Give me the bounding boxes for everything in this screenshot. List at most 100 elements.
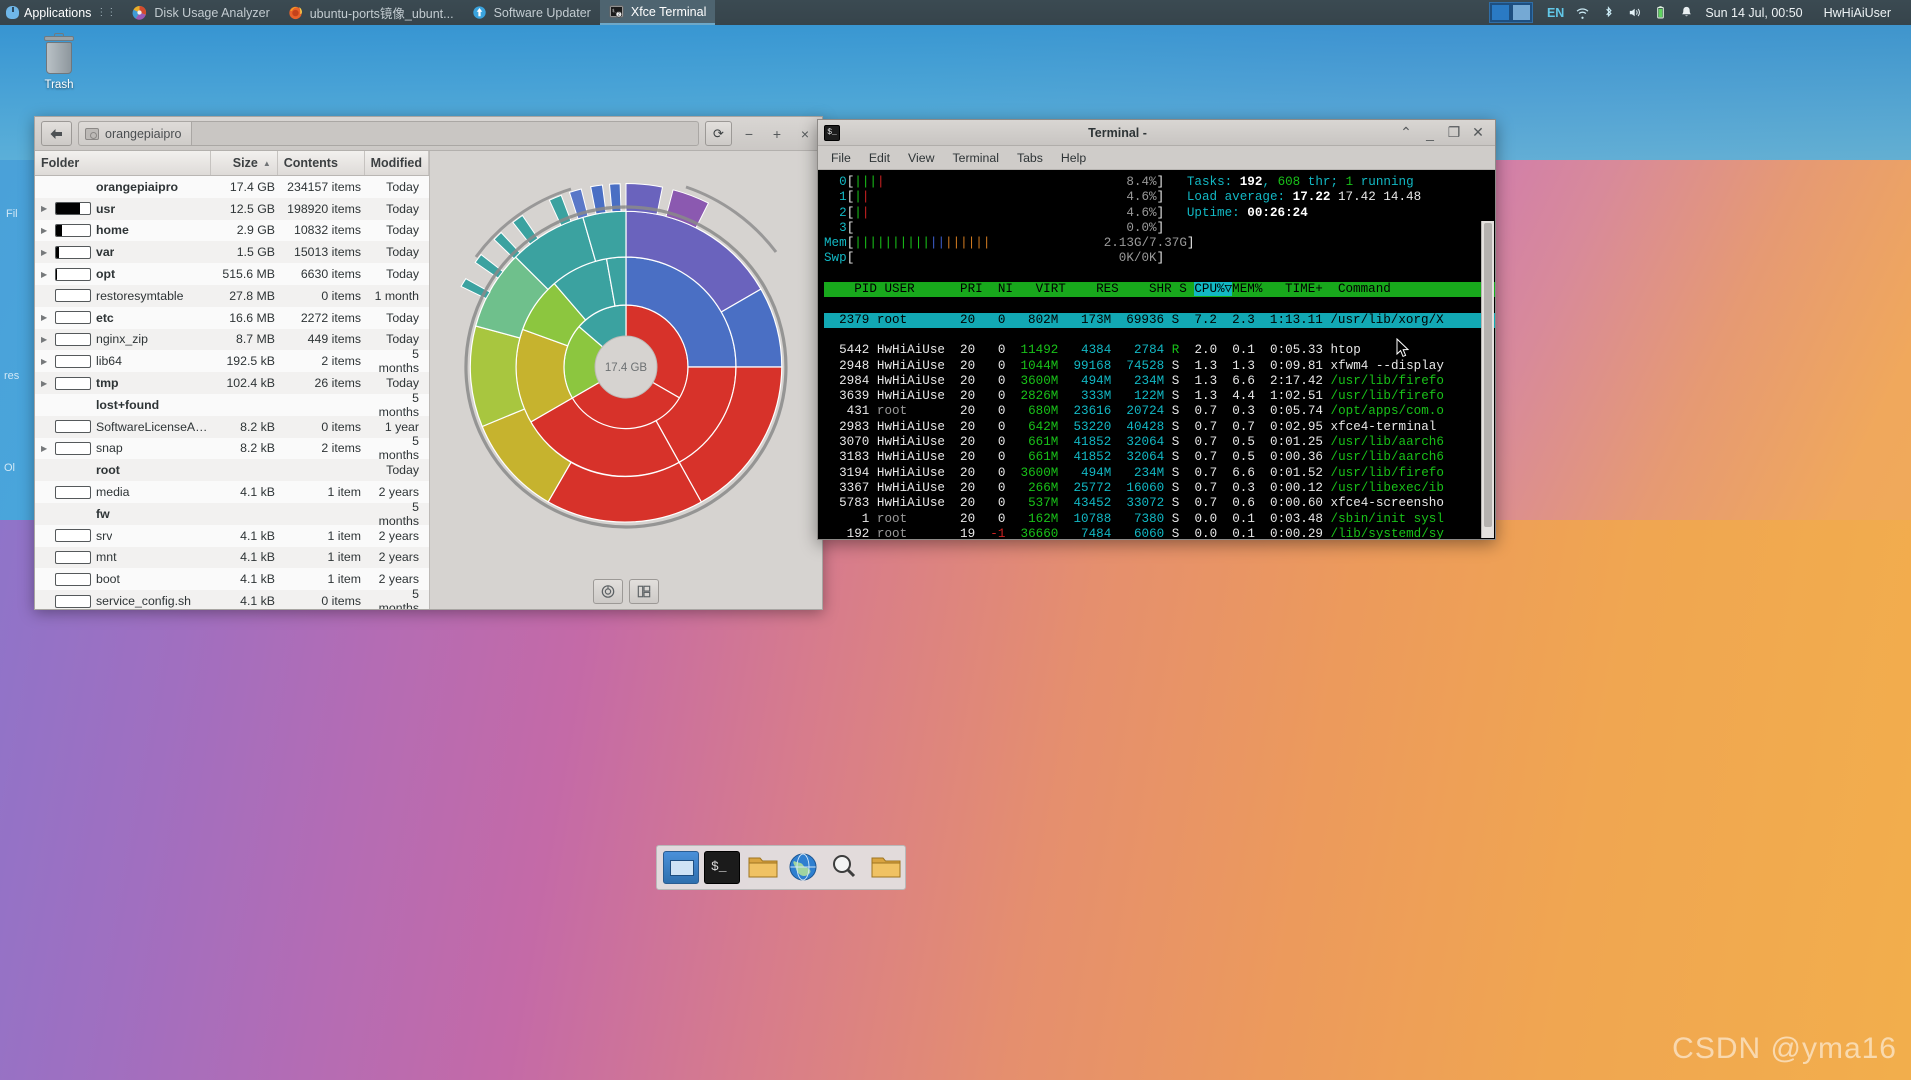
wifi-icon[interactable]	[1575, 5, 1590, 20]
column-header-folder[interactable]: Folder	[35, 151, 211, 175]
mouse-cursor	[1396, 338, 1410, 358]
dock-item-terminal[interactable]: $_	[704, 851, 740, 884]
htop-output: 0[|||| 8.4%] Tasks: 192, 608 thr; 1 runn…	[824, 175, 1495, 539]
menu-tabs[interactable]: Tabs	[1008, 146, 1052, 170]
sunburst-center-label: 17.4 GB	[605, 362, 648, 374]
terminal-maximize-button[interactable]: ❐	[1443, 122, 1465, 144]
refresh-button[interactable]: ⟳	[705, 121, 732, 146]
battery-icon[interactable]	[1653, 5, 1668, 20]
htop-screen[interactable]: 0[|||| 8.4%] Tasks: 192, 608 thr; 1 runn…	[818, 170, 1495, 539]
task-button-firefox[interactable]: ubuntu-ports镜像_ubunt...	[279, 0, 463, 25]
cell-size: 8.7 MB	[236, 332, 275, 347]
treemap-chart-toggle[interactable]	[629, 578, 659, 604]
sunburst-chart[interactable]: 17.4 GB	[430, 151, 822, 573]
expander-icon[interactable]: ▶	[41, 335, 52, 344]
menu-view[interactable]: View	[899, 146, 943, 170]
table-row[interactable]: service_config.sh 4.1 kB 0 items 5 months	[35, 587, 429, 609]
cell-folder: ▶ snap	[35, 441, 213, 455]
notification-bell-icon[interactable]	[1679, 5, 1694, 20]
cell-folder: ▶ lib64	[35, 354, 213, 368]
usage-bar	[55, 441, 91, 455]
dock-item-screenshot[interactable]	[663, 851, 699, 884]
table-row[interactable]: ▶ usr 12.5 GB 198920 items Today	[35, 197, 429, 220]
table-row[interactable]: srv 4.1 kB 1 item 2 years	[35, 525, 429, 547]
terminal-scrollbar[interactable]	[1481, 221, 1494, 538]
cell-contents: 1 item	[327, 528, 362, 543]
back-button[interactable]	[41, 121, 72, 146]
menu-help[interactable]: Help	[1052, 146, 1095, 170]
task-button-disk-usage-analyzer[interactable]: Disk Usage Analyzer	[123, 0, 278, 25]
user-name-label[interactable]: HwHiAiUser	[1824, 6, 1901, 20]
table-row[interactable]: ▶ opt 515.6 MB 6630 items Today	[35, 263, 429, 285]
task-button-xfce-terminal[interactable]: $_ 2 Xfce Terminal	[599, 0, 716, 25]
table-row[interactable]: lost+found 5 months	[35, 391, 429, 419]
minimize-button[interactable]: −	[738, 123, 760, 145]
expander-icon[interactable]: ▶	[41, 357, 52, 366]
table-row[interactable]: ▶ lib64 192.5 kB 2 items 5 months	[35, 347, 429, 375]
table-row[interactable]: ▶ home 2.9 GB 10832 items Today	[35, 220, 429, 242]
expander-icon[interactable]: ▶	[41, 313, 52, 322]
terminal-titlebar[interactable]: $_ Terminal - ⌃ _ ❐ ✕	[818, 120, 1495, 146]
table-row[interactable]: root Today	[35, 459, 429, 482]
path-bar[interactable]: orangepiaipro	[78, 121, 699, 146]
menu-edit[interactable]: Edit	[860, 146, 899, 170]
expander-icon[interactable]: ▶	[41, 248, 52, 257]
dock-item-file-manager[interactable]	[745, 851, 781, 884]
cell-folder-name: root	[96, 463, 120, 478]
keyboard-layout-indicator[interactable]: EN	[1547, 6, 1564, 20]
cell-folder-name: snap	[96, 441, 123, 456]
dock-item-folder[interactable]	[868, 851, 904, 884]
dock-item-search[interactable]	[827, 851, 863, 884]
cell-folder-name: restoresymtable	[96, 288, 184, 303]
expander-icon[interactable]: ▶	[41, 444, 52, 453]
table-row[interactable]: ▶ snap 8.2 kB 2 items 5 months	[35, 434, 429, 462]
cell-size: 4.1 kB	[240, 594, 275, 609]
rings-chart-toggle[interactable]	[593, 578, 623, 604]
expander-icon[interactable]: ▶	[41, 270, 52, 279]
terminal-roll-up-button[interactable]: ⌃	[1395, 122, 1417, 144]
bluetooth-icon[interactable]	[1601, 5, 1616, 20]
cell-folder: SoftwareLicenseAgr...	[35, 420, 213, 434]
volume-icon[interactable]	[1627, 5, 1642, 20]
close-button[interactable]: ×	[794, 123, 816, 145]
desktop-icon-trash[interactable]: Trash	[26, 33, 92, 91]
usage-bar	[55, 289, 91, 303]
cell-folder: media	[35, 485, 213, 499]
expander-icon[interactable]: ▶	[41, 379, 52, 388]
column-header-modified[interactable]: Modified	[365, 151, 430, 175]
clock[interactable]: Sun 14 Jul, 00:50	[1705, 6, 1812, 20]
cell-folder-name: mnt	[96, 550, 117, 565]
menu-file[interactable]: File	[822, 146, 860, 170]
cell-modified: Today	[386, 332, 419, 347]
expander-icon[interactable]: ▶	[41, 204, 52, 213]
treemap-chart-icon	[637, 585, 651, 597]
scrollbar-thumb[interactable]	[1484, 223, 1492, 528]
table-row[interactable]: ▶ var 1.5 GB 15013 items Today	[35, 241, 429, 264]
usage-bar	[55, 572, 91, 586]
expander-icon[interactable]: ▶	[41, 226, 52, 235]
cell-folder: srv	[35, 529, 213, 543]
folder-tree-rows: orangepiaipro 17.4 GB 234157 items Today ▶ us…	[35, 176, 429, 609]
table-row[interactable]: orangepiaipro 17.4 GB 234157 items Today	[35, 176, 429, 198]
cell-folder: ▶ home	[35, 223, 213, 237]
task-button-software-updater[interactable]: Software Updater	[463, 0, 600, 25]
terminal-close-button[interactable]: ✕	[1467, 122, 1489, 144]
table-row[interactable]: mnt 4.1 kB 1 item 2 years	[35, 546, 429, 569]
table-row[interactable]: ▶ etc 16.6 MB 2272 items Today	[35, 307, 429, 329]
workspace-1[interactable]	[1491, 5, 1509, 20]
applications-menu-button[interactable]: Applications ⋮⋮	[0, 0, 123, 25]
workspace-2[interactable]	[1512, 5, 1530, 20]
terminal-minimize-button[interactable]: _	[1419, 122, 1441, 144]
cell-modified: 2 years	[378, 528, 419, 543]
table-row[interactable]: fw 5 months	[35, 500, 429, 528]
usage-bar	[55, 354, 91, 368]
cell-folder: mnt	[35, 550, 213, 564]
table-row[interactable]: restoresymtable 27.8 MB 0 items 1 month	[35, 284, 429, 307]
maximize-button[interactable]: +	[766, 123, 788, 145]
workspace-pager[interactable]	[1488, 2, 1533, 23]
dock-item-web-browser[interactable]	[786, 851, 822, 884]
menu-terminal[interactable]: Terminal	[943, 146, 1007, 170]
column-header-contents[interactable]: Contents	[278, 151, 365, 175]
path-chip-orangepiaipro[interactable]: orangepiaipro	[79, 122, 193, 145]
column-header-size[interactable]: Size ▲	[211, 151, 278, 175]
